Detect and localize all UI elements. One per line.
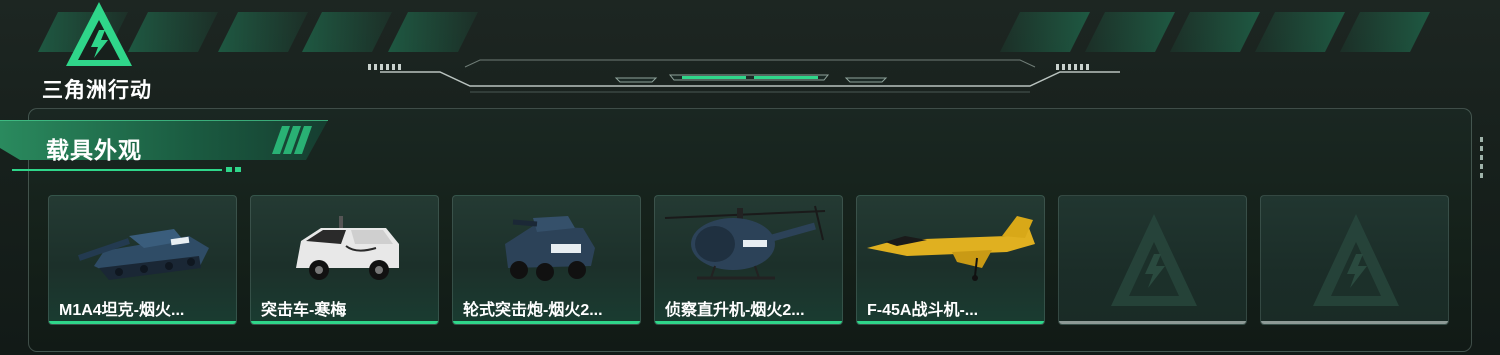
rarity-bar [857,321,1044,324]
vehicle-card[interactable]: 轮式突击炮-烟火2... [452,195,641,325]
fighter-jet-icon [867,216,1035,281]
wheeled-assault-gun-icon [505,216,595,281]
vehicle-card-label: 突击车-寒梅 [261,302,347,319]
vehicle-card[interactable]: 突击车-寒梅 [250,195,439,325]
top-decor-bar [0,12,1500,93]
vehicle-card[interactable]: F-45A战斗机-... [856,195,1045,325]
vehicle-card-label: 轮式突击炮-烟火2... [463,302,603,319]
rarity-bar [251,321,438,324]
vehicle-card-label: F-45A战斗机-... [867,302,979,319]
vehicle-card-label: M1A4坦克-烟火... [59,302,185,319]
scroll-indicator[interactable] [1480,137,1486,179]
placeholder-logo-icon [1111,214,1197,306]
rarity-bar [655,321,842,324]
assault-vehicle-icon [296,216,399,280]
section-title: 载具外观 [46,137,142,163]
rarity-bar [453,321,640,324]
rarity-bar [49,321,236,324]
game-logo: 三角洲行动 [42,0,182,102]
vehicle-card[interactable]: M1A4坦克-烟火... [48,195,237,325]
empty-slot [1260,195,1449,325]
logo-text: 三角洲行动 [42,79,152,102]
vehicle-card-label: 侦察直升机-烟火2... [665,302,805,319]
tank-icon [78,229,209,280]
empty-slot-bar [1261,321,1448,324]
vehicle-card-list: M1A4坦克-烟火... 突击车-寒梅 轮式突击炮-烟火2... 侦察直升机-烟… [48,195,1452,325]
vehicle-card[interactable]: 侦察直升机-烟火2... [654,195,843,325]
placeholder-logo-icon [1313,214,1399,306]
empty-slot [1058,195,1247,325]
empty-slot-bar [1059,321,1246,324]
lightning-triangle-icon [66,2,132,66]
scout-helicopter-icon [664,205,826,280]
